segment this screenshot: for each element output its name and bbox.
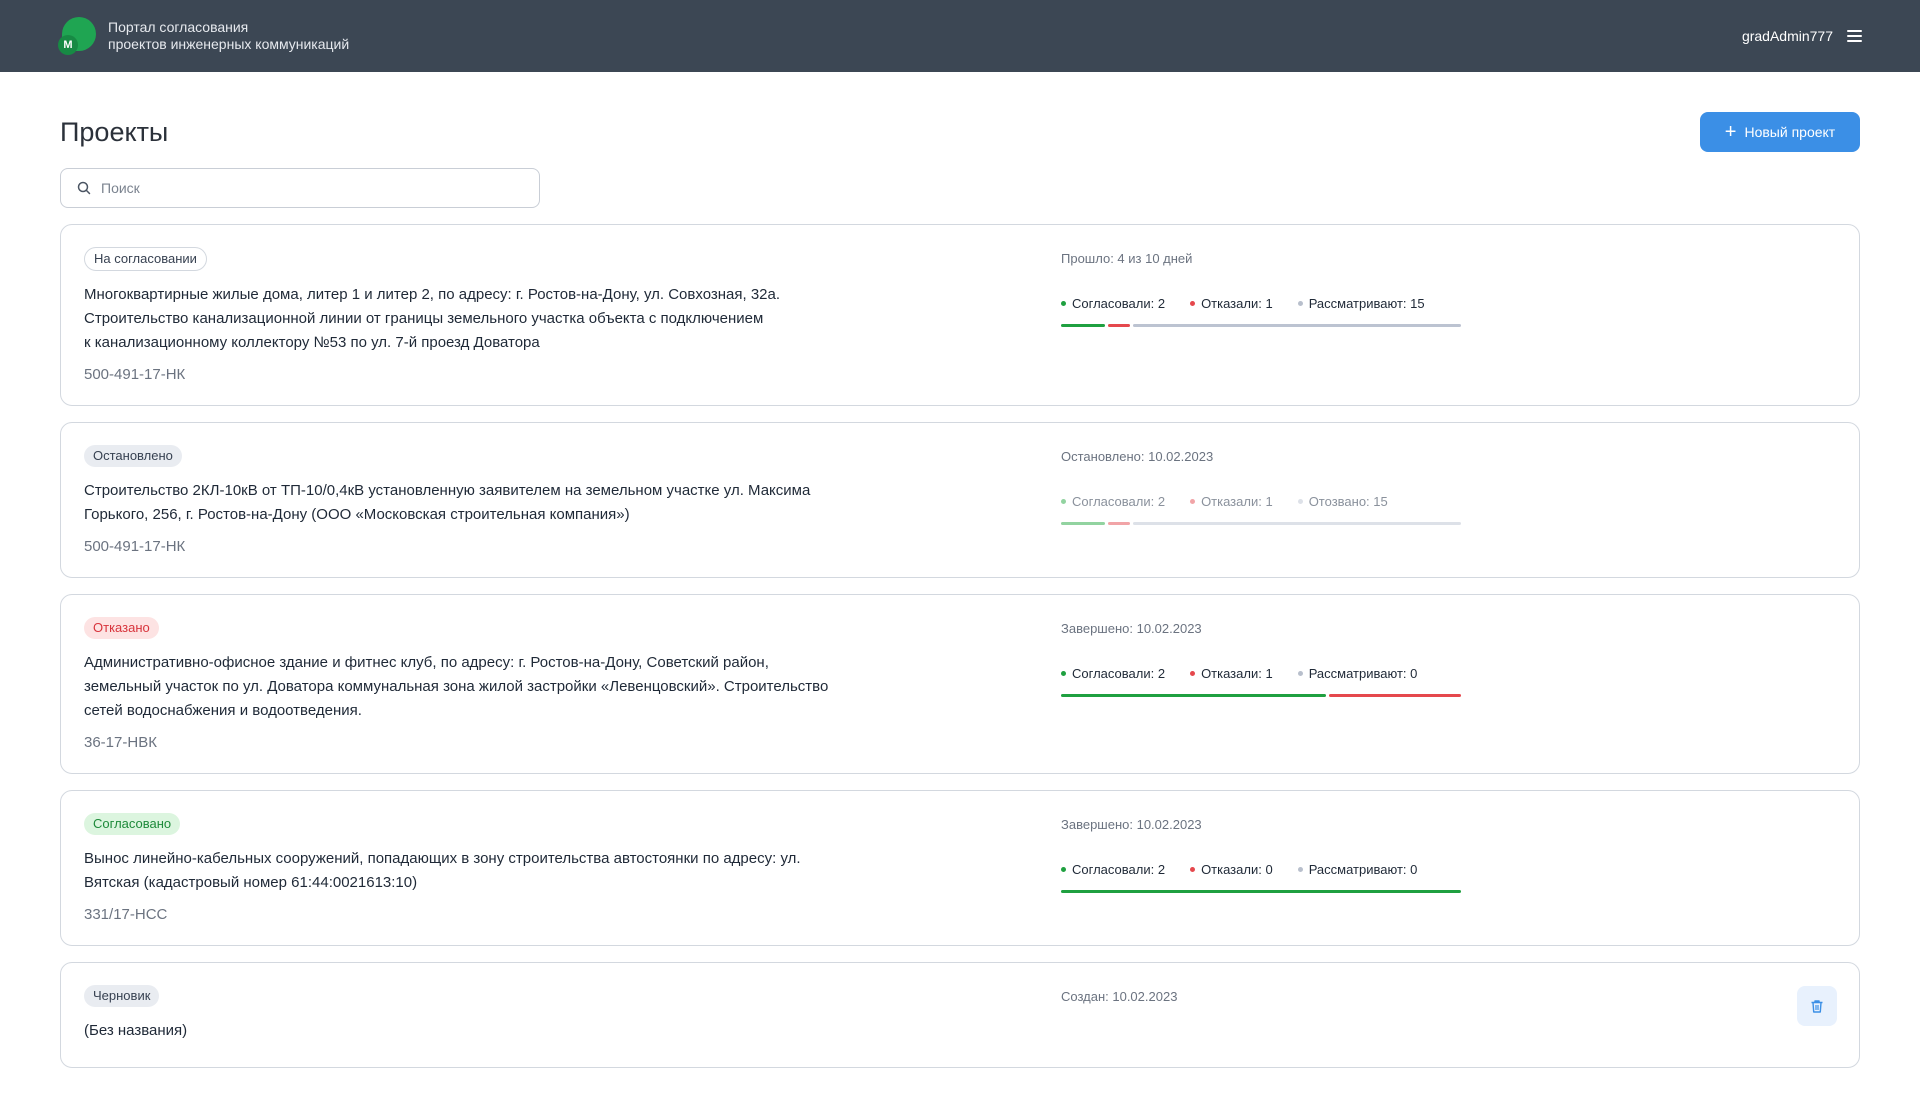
new-project-button[interactable]: + Новый проект: [1700, 112, 1860, 152]
project-card[interactable]: На согласовании Многоквартирные жилые до…: [60, 224, 1860, 406]
rejected-stat: Отказали: 0: [1190, 862, 1273, 877]
portal-title-line2: проектов инженерных коммуникаций: [108, 36, 350, 52]
menu-icon[interactable]: [1847, 30, 1862, 42]
project-description: Вынос линейно-кабельных сооружений, попа…: [84, 850, 801, 891]
review-stats: Согласовали: 2 Отказали: 1 Рассматривают…: [1061, 296, 1463, 311]
progress-bar: [1061, 890, 1463, 893]
search-input[interactable]: [101, 180, 523, 196]
new-project-label: Новый проект: [1744, 124, 1836, 140]
project-progress: Создан: 10.02.2023: [1061, 989, 1463, 1004]
status-badge: Согласовано: [84, 813, 181, 835]
project-card[interactable]: Отказано Административно-офисное здание …: [60, 594, 1860, 774]
gray-bar-segment: [1132, 522, 1461, 525]
status-badge: Черновик: [84, 985, 160, 1007]
status-badge: Остановлено: [84, 445, 182, 467]
project-description: Строительство 2КЛ-10кВ от ТП-10/0,4кВ ус…: [84, 482, 811, 523]
project-progress: Завершено: 10.02.2023 Согласовали: 2 Отк…: [1061, 621, 1463, 697]
project-code: 500-491-17-НК: [84, 366, 186, 383]
brand[interactable]: М Портал согласования проектов инженерны…: [58, 17, 349, 55]
gray-dot-icon: [1297, 301, 1303, 306]
project-card[interactable]: Согласовано Вынос линейно-кабельных соор…: [60, 790, 1860, 946]
rejected-stat: Отказали: 1: [1190, 494, 1273, 509]
green-bar-segment: [1061, 324, 1105, 327]
approved-stat: Согласовали: 2: [1061, 296, 1165, 311]
project-description: Административно-офисное здание и фитнес …: [84, 654, 829, 719]
project-progress: Завершено: 10.02.2023 Согласовали: 2 Отк…: [1061, 817, 1463, 893]
green-bar-segment: [1061, 694, 1326, 697]
red-dot-icon: [1190, 301, 1196, 306]
review-stats: Согласовали: 2 Отказали: 1 Рассматривают…: [1061, 666, 1463, 681]
pending-stat: Рассматривают: 0: [1297, 862, 1417, 877]
approved-stat: Согласовали: 2: [1061, 666, 1165, 681]
project-progress: Остановлено: 10.02.2023 Согласовали: 2 О…: [1061, 449, 1463, 525]
green-bar-segment: [1061, 522, 1105, 525]
pending-stat: Рассматривают: 0: [1297, 666, 1417, 681]
approved-stat: Согласовали: 2: [1061, 494, 1165, 509]
delete-button[interactable]: [1797, 986, 1837, 1026]
gray-dot-icon: [1297, 499, 1303, 504]
pending-stat: Рассматривают: 15: [1297, 296, 1425, 311]
red-dot-icon: [1190, 499, 1196, 504]
progress-bar: [1061, 522, 1463, 525]
rejected-stat: Отказали: 1: [1190, 666, 1273, 681]
logo-letter: М: [58, 35, 78, 55]
status-badge: Отказано: [84, 617, 159, 639]
trash-icon: [1811, 999, 1823, 1013]
project-meta: Создан: 10.02.2023: [1061, 989, 1178, 1004]
progress-bar: [1061, 694, 1463, 697]
project-meta: Завершено: 10.02.2023: [1061, 621, 1202, 636]
red-dot-icon: [1190, 867, 1196, 872]
plus-icon: +: [1724, 121, 1737, 143]
user-menu[interactable]: gradAdmin777: [1742, 28, 1862, 44]
portal-title: Портал согласования проектов инженерных …: [108, 19, 349, 53]
project-progress: Прошло: 4 из 10 дней Согласовали: 2 Отка…: [1061, 251, 1463, 327]
green-dot-icon: [1061, 301, 1066, 306]
logo: М: [58, 17, 96, 55]
green-dot-icon: [1061, 499, 1066, 504]
red-dot-icon: [1190, 671, 1196, 676]
project-code: 331/17-НСС: [84, 906, 168, 923]
project-meta: Остановлено: 10.02.2023: [1061, 449, 1214, 464]
review-stats: Согласовали: 2 Отказали: 1 Отозвано: 15: [1061, 494, 1463, 509]
project-card[interactable]: Черновик (Без названия) Создан: 10.02.20…: [60, 962, 1860, 1068]
red-bar-segment: [1107, 324, 1130, 327]
approved-stat: Согласовали: 2: [1061, 862, 1165, 877]
project-code: 500-491-17-НК: [84, 538, 186, 555]
project-description: Многоквартирные жилые дома, литер 1 и ли…: [84, 286, 781, 351]
page-title: Проекты: [60, 116, 169, 147]
gray-dot-icon: [1297, 867, 1303, 872]
app-header: М Портал согласования проектов инженерны…: [0, 0, 1920, 72]
project-meta: Прошло: 4 из 10 дней: [1061, 251, 1193, 266]
project-card[interactable]: Остановлено Строительство 2КЛ-10кВ от ТП…: [60, 422, 1860, 578]
progress-bar: [1061, 324, 1463, 327]
username[interactable]: gradAdmin777: [1742, 28, 1833, 44]
main-content: Проекты + Новый проект На согласовании М…: [0, 112, 1920, 1068]
rejected-stat: Отказали: 1: [1190, 296, 1273, 311]
search-icon: [77, 181, 91, 195]
green-bar-segment: [1061, 890, 1461, 893]
review-stats: Согласовали: 2 Отказали: 0 Рассматривают…: [1061, 862, 1463, 877]
green-dot-icon: [1061, 671, 1066, 676]
red-bar-segment: [1328, 694, 1461, 697]
green-dot-icon: [1061, 867, 1066, 872]
project-code: 36-17-НВК: [84, 734, 157, 751]
withdrawn-stat: Отозвано: 15: [1297, 494, 1388, 509]
project-meta: Завершено: 10.02.2023: [1061, 817, 1202, 832]
gray-bar-segment: [1132, 324, 1461, 327]
project-description: (Без названия): [84, 1022, 188, 1039]
portal-title-line1: Портал согласования: [108, 19, 249, 35]
status-badge: На согласовании: [84, 247, 207, 271]
red-bar-segment: [1107, 522, 1130, 525]
search-box[interactable]: [60, 168, 540, 208]
gray-dot-icon: [1297, 671, 1303, 676]
